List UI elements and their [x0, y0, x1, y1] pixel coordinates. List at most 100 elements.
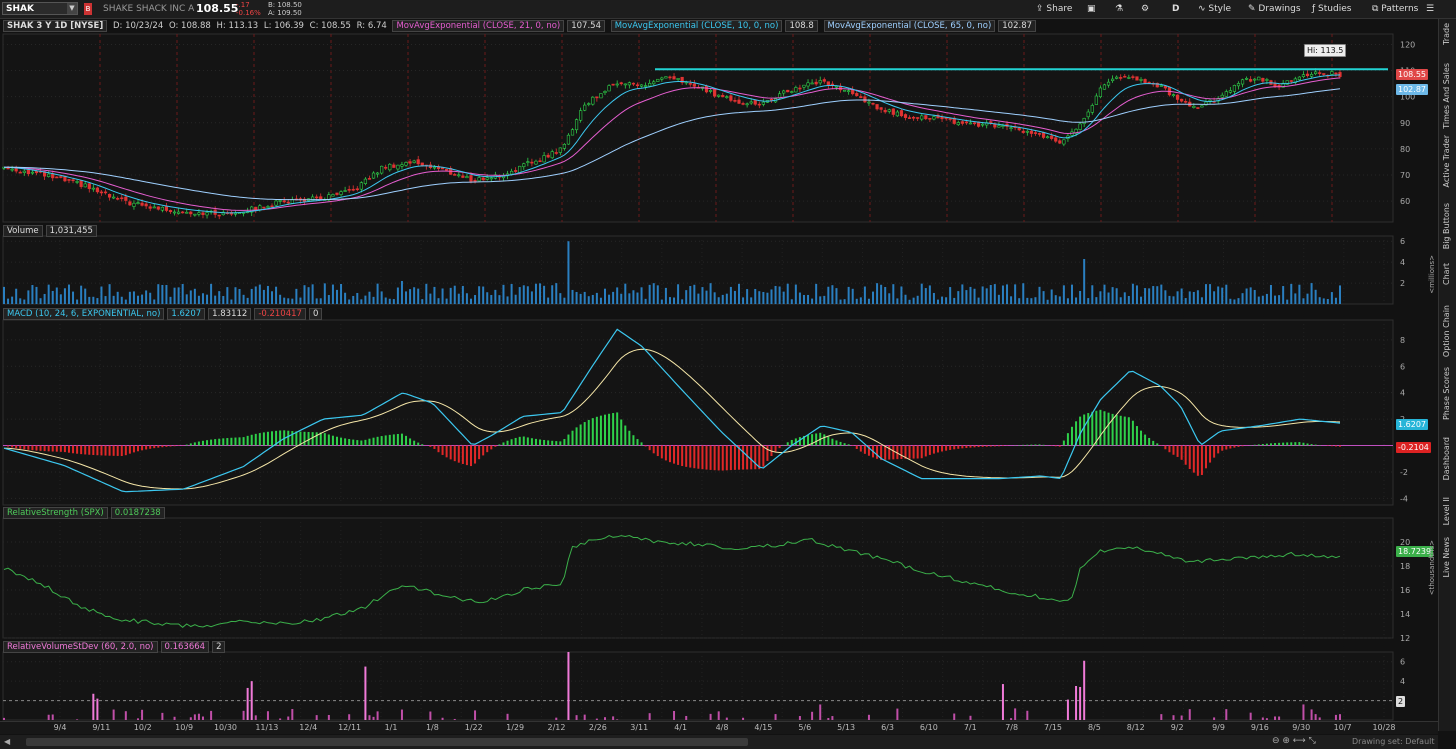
candle-body — [22, 170, 26, 173]
volume-bar — [884, 286, 887, 304]
macd-hist-bar — [1233, 445, 1236, 448]
volume-bar — [583, 291, 586, 304]
volume-tick: 2 — [1400, 279, 1405, 288]
volume-bar — [1322, 298, 1325, 304]
rvol-price-label: 2 — [1396, 696, 1406, 707]
volume-bar — [924, 288, 927, 304]
volume-bar — [1282, 286, 1285, 304]
rvol-label[interactable]: RelativeVolumeStDev (60, 2.0, no) — [3, 641, 158, 653]
x-tick: 12/11 — [338, 723, 362, 732]
volume-bar — [518, 287, 521, 304]
volume-bar — [380, 291, 383, 304]
macd-tick: 6 — [1400, 362, 1405, 371]
rvol-value: 0.163664 — [160, 641, 210, 653]
rvol-bar — [1083, 660, 1086, 720]
rvol-bar — [774, 714, 777, 720]
rs-label[interactable]: RelativeStrength (SPX) — [3, 507, 108, 519]
zoom-icons[interactable]: ⊖ ⊕ ⟷ ⤡ — [1272, 736, 1316, 746]
volume-bar — [193, 288, 196, 304]
side-tab-dashboard[interactable]: Dashboard — [1442, 437, 1454, 480]
volume-bar — [778, 286, 781, 304]
macd-hist-bar — [575, 427, 578, 446]
volume-bar — [222, 296, 225, 304]
candle-body — [652, 81, 656, 85]
macd-hist-bar — [368, 438, 371, 446]
candle-body — [1106, 81, 1111, 86]
rvol-bar — [193, 714, 196, 720]
candle-body — [814, 81, 818, 85]
macd-hist-bar — [1026, 444, 1029, 446]
side-tab-level-ii[interactable]: Level II — [1442, 497, 1454, 525]
scroll-thumb[interactable] — [26, 738, 748, 746]
candle-body — [708, 90, 713, 92]
macd-hist-bar — [323, 433, 326, 446]
macd-hist-bar — [100, 445, 103, 456]
macd-hist-bar — [400, 433, 403, 446]
volume-bar — [738, 283, 741, 304]
rvol-tick: 4 — [1400, 677, 1405, 686]
volume-bar — [67, 284, 70, 304]
x-tick: 9/9 — [1212, 723, 1225, 732]
volume-bar — [551, 285, 554, 304]
chart-area[interactable]: 60708090100110120246-4-22468121416182024… — [0, 0, 1438, 721]
side-tab-option-chain[interactable]: Option Chain — [1442, 305, 1454, 357]
macd-hist-bar — [1282, 442, 1285, 446]
macd-hist-bar — [559, 441, 562, 446]
candle-body — [851, 89, 855, 95]
macd-hist-bar — [165, 445, 168, 447]
macd-hist-bar — [1148, 437, 1151, 446]
candle-body — [574, 119, 579, 131]
macd-hist-bar — [1257, 444, 1260, 446]
volume-bar — [364, 295, 367, 304]
scroll-left-icon[interactable]: ◀ — [4, 737, 10, 746]
side-tab-phase-scores[interactable]: Phase Scores — [1442, 367, 1454, 420]
macd-hist-bar — [1034, 444, 1037, 446]
side-tab-chart[interactable]: Chart — [1442, 263, 1454, 285]
side-tab-live-news[interactable]: Live News — [1442, 537, 1454, 578]
rvol-bar — [1213, 717, 1216, 720]
candle-body — [1314, 71, 1318, 75]
candle-body — [274, 200, 278, 206]
candle-body — [920, 115, 924, 120]
side-tab-active-trader[interactable]: Active Trader — [1442, 135, 1454, 187]
volume-bar — [790, 299, 793, 304]
macd-hist-bar — [1062, 440, 1065, 446]
candle-body — [160, 206, 164, 211]
volume-bar — [254, 286, 257, 304]
candle-body — [1078, 123, 1082, 130]
scrollbar[interactable]: ◀ ⊖ ⊕ ⟷ ⤡ Drawing set: Default — [0, 735, 1438, 749]
rs-unit: <thousandths> — [1428, 540, 1436, 596]
candle-body — [948, 118, 952, 120]
volume-bar — [1334, 297, 1337, 304]
macd-label[interactable]: MACD (10, 24, 6, EXPONENTIAL, no) — [3, 308, 165, 320]
macd-hist-bar — [941, 445, 944, 452]
candle-body — [855, 93, 859, 96]
volume-bar — [953, 297, 956, 304]
volume-label[interactable]: Volume — [3, 225, 43, 237]
side-tab-trade[interactable]: Trade — [1442, 23, 1454, 45]
candle-body — [1058, 140, 1062, 144]
volume-bar — [863, 286, 866, 304]
price-tick: 80 — [1400, 145, 1410, 154]
side-tab-big-buttons[interactable]: Big Buttons — [1442, 203, 1454, 249]
candle-body — [741, 103, 745, 105]
macd-hist-bar — [539, 439, 542, 446]
macd-hist-bar — [59, 445, 62, 452]
candle-body — [233, 212, 238, 215]
macd-hist-bar — [104, 445, 107, 456]
candle-body — [782, 90, 786, 94]
volume-bar — [1168, 295, 1171, 304]
candle-body — [485, 177, 489, 180]
drawing-set[interactable]: Drawing set: Default — [1352, 737, 1435, 746]
candle-body — [664, 76, 668, 79]
volume-bar — [206, 294, 209, 304]
volume-bar — [514, 294, 517, 304]
macd-hist-bar — [701, 445, 704, 470]
candle-body — [1110, 78, 1115, 82]
rvol-bar — [1188, 709, 1191, 720]
volume-bar — [640, 287, 643, 304]
macd-hist-bar — [376, 436, 379, 446]
candle-body — [1001, 125, 1005, 127]
candle-body — [1253, 78, 1257, 81]
side-tab-times-and-sales[interactable]: Times And Sales — [1442, 63, 1454, 129]
